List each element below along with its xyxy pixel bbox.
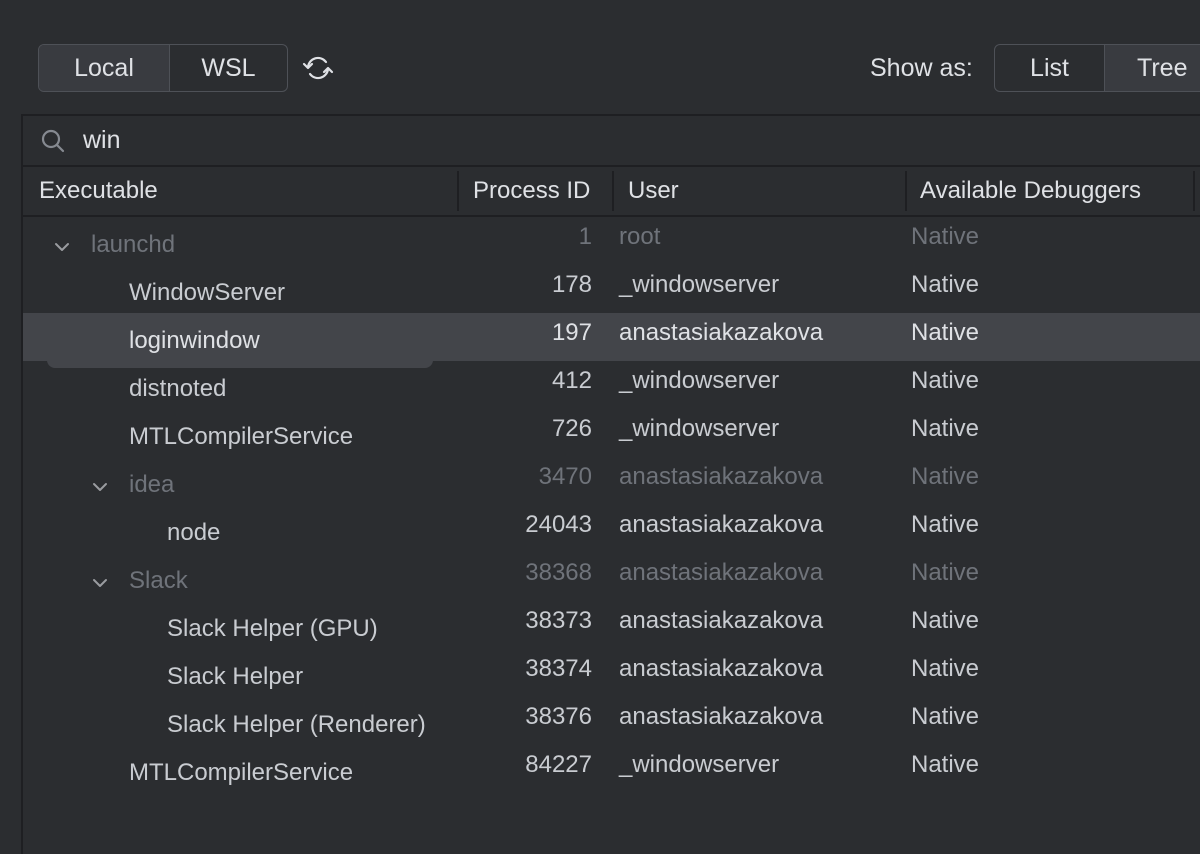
process-id: 38374 — [525, 655, 592, 682]
available-debugger: Native — [911, 751, 980, 778]
executable-name: distnoted — [129, 375, 227, 402]
table-row[interactable]: Slack Helper 38374 anastasiakazakova Native — [23, 649, 1200, 697]
process-id: 1 — [578, 223, 592, 250]
executable-name: launchd — [91, 231, 176, 258]
executable-name: WindowServer — [129, 279, 286, 306]
view-mode-selector: List Tree — [994, 44, 1200, 92]
executable-name: node — [167, 519, 221, 546]
process-id: 197 — [551, 319, 592, 346]
column-separator[interactable] — [1193, 171, 1195, 211]
table-row[interactable]: MTLCompilerService 726 _windowserver Native — [23, 409, 1200, 457]
table-row[interactable]: Slack Helper (GPU) 38373 anastasiakazakova… — [23, 601, 1200, 649]
wsl-button[interactable]: WSL — [170, 45, 287, 91]
available-debugger: Native — [911, 367, 980, 394]
process-tree: launchd 1 root Native WindowServer 178 _window… — [23, 217, 1200, 793]
column-separator[interactable] — [905, 171, 907, 211]
show-as-label: Show as: — [870, 54, 973, 82]
available-debugger: Native — [911, 415, 980, 442]
search-icon — [41, 129, 65, 153]
executable-name: Slack Helper (GPU) — [167, 615, 378, 642]
process-user: anastasiakazakova — [619, 463, 824, 490]
column-header-available-debuggers[interactable]: Available Debuggers — [920, 167, 1141, 215]
table-row[interactable]: distnoted 412 _windowserver Native — [23, 361, 1200, 409]
column-separator[interactable] — [612, 171, 614, 211]
refresh-icon — [302, 56, 334, 80]
refresh-button[interactable] — [300, 50, 336, 86]
executable-name: loginwindow — [129, 327, 260, 354]
table-row[interactable]: Slack 38368 anastasiakazakova Native — [23, 553, 1200, 601]
available-debugger: Native — [911, 703, 980, 730]
process-user: anastasiakazakova — [619, 703, 824, 730]
column-header-executable[interactable]: Executable — [39, 167, 158, 215]
available-debugger: Native — [911, 607, 980, 634]
tree-view-button[interactable]: Tree — [1104, 45, 1200, 91]
process-id: 412 — [551, 367, 592, 394]
table-row[interactable]: loginwindow 197 anastasiakazakova Native — [23, 313, 1200, 368]
process-id: 178 — [551, 271, 592, 298]
source-selector: Local WSL — [38, 44, 288, 92]
table-row[interactable]: idea 3470 anastasiakazakova Native — [23, 457, 1200, 505]
available-debugger: Native — [911, 319, 980, 346]
executable-name: Slack Helper (Renderer) — [167, 711, 426, 738]
process-id: 84227 — [525, 751, 592, 778]
process-user: _windowserver — [619, 415, 780, 442]
executable-name: Slack — [129, 567, 188, 594]
column-header-user[interactable]: User — [628, 167, 679, 215]
process-user: anastasiakazakova — [619, 607, 824, 634]
available-debugger: Native — [911, 559, 980, 586]
table-row[interactable]: WindowServer 178 _windowserver Native — [23, 265, 1200, 313]
process-panel: Executable Process ID User Available Deb… — [21, 114, 1200, 854]
executable-name: MTLCompilerService — [129, 759, 354, 786]
table-row[interactable]: node 24043 anastasiakazakova Native — [23, 505, 1200, 553]
process-id: 24043 — [525, 511, 592, 538]
process-user: anastasiakazakova — [619, 559, 824, 586]
process-id: 726 — [551, 415, 592, 442]
search-bar — [23, 116, 1200, 167]
executable-name: MTLCompilerService — [129, 423, 354, 450]
chevron-down-icon[interactable] — [53, 241, 71, 253]
process-id: 38368 — [525, 559, 592, 586]
table-row[interactable]: MTLCompilerService 84227 _windowserver Nati… — [23, 745, 1200, 793]
process-user: _windowserver — [619, 367, 780, 394]
table-row[interactable]: Slack Helper (Renderer) 38376 anastasiakaz… — [23, 697, 1200, 745]
available-debugger: Native — [911, 223, 980, 250]
search-input[interactable] — [83, 122, 483, 158]
process-id: 38373 — [525, 607, 592, 634]
process-id: 38376 — [525, 703, 592, 730]
local-button[interactable]: Local — [39, 45, 170, 91]
process-user: root — [619, 223, 661, 250]
table-row[interactable]: launchd 1 root Native — [23, 217, 1200, 265]
column-header-process-id[interactable]: Process ID — [473, 167, 590, 215]
available-debugger: Native — [911, 655, 980, 682]
available-debugger: Native — [911, 463, 980, 490]
process-user: anastasiakazakova — [619, 319, 824, 346]
process-user: anastasiakazakova — [619, 655, 824, 682]
available-debugger: Native — [911, 511, 980, 538]
executable-name: idea — [129, 471, 175, 498]
chevron-down-icon[interactable] — [91, 577, 109, 589]
available-debugger: Native — [911, 271, 980, 298]
process-user: _windowserver — [619, 271, 780, 298]
chevron-down-icon[interactable] — [91, 481, 109, 493]
process-id: 3470 — [538, 463, 592, 490]
executable-name: Slack Helper — [167, 663, 304, 690]
list-view-button[interactable]: List — [995, 45, 1104, 91]
table-header: Executable Process ID User Available Deb… — [23, 167, 1200, 217]
process-user: anastasiakazakova — [619, 511, 824, 538]
column-separator[interactable] — [457, 171, 459, 211]
process-user: _windowserver — [619, 751, 780, 778]
